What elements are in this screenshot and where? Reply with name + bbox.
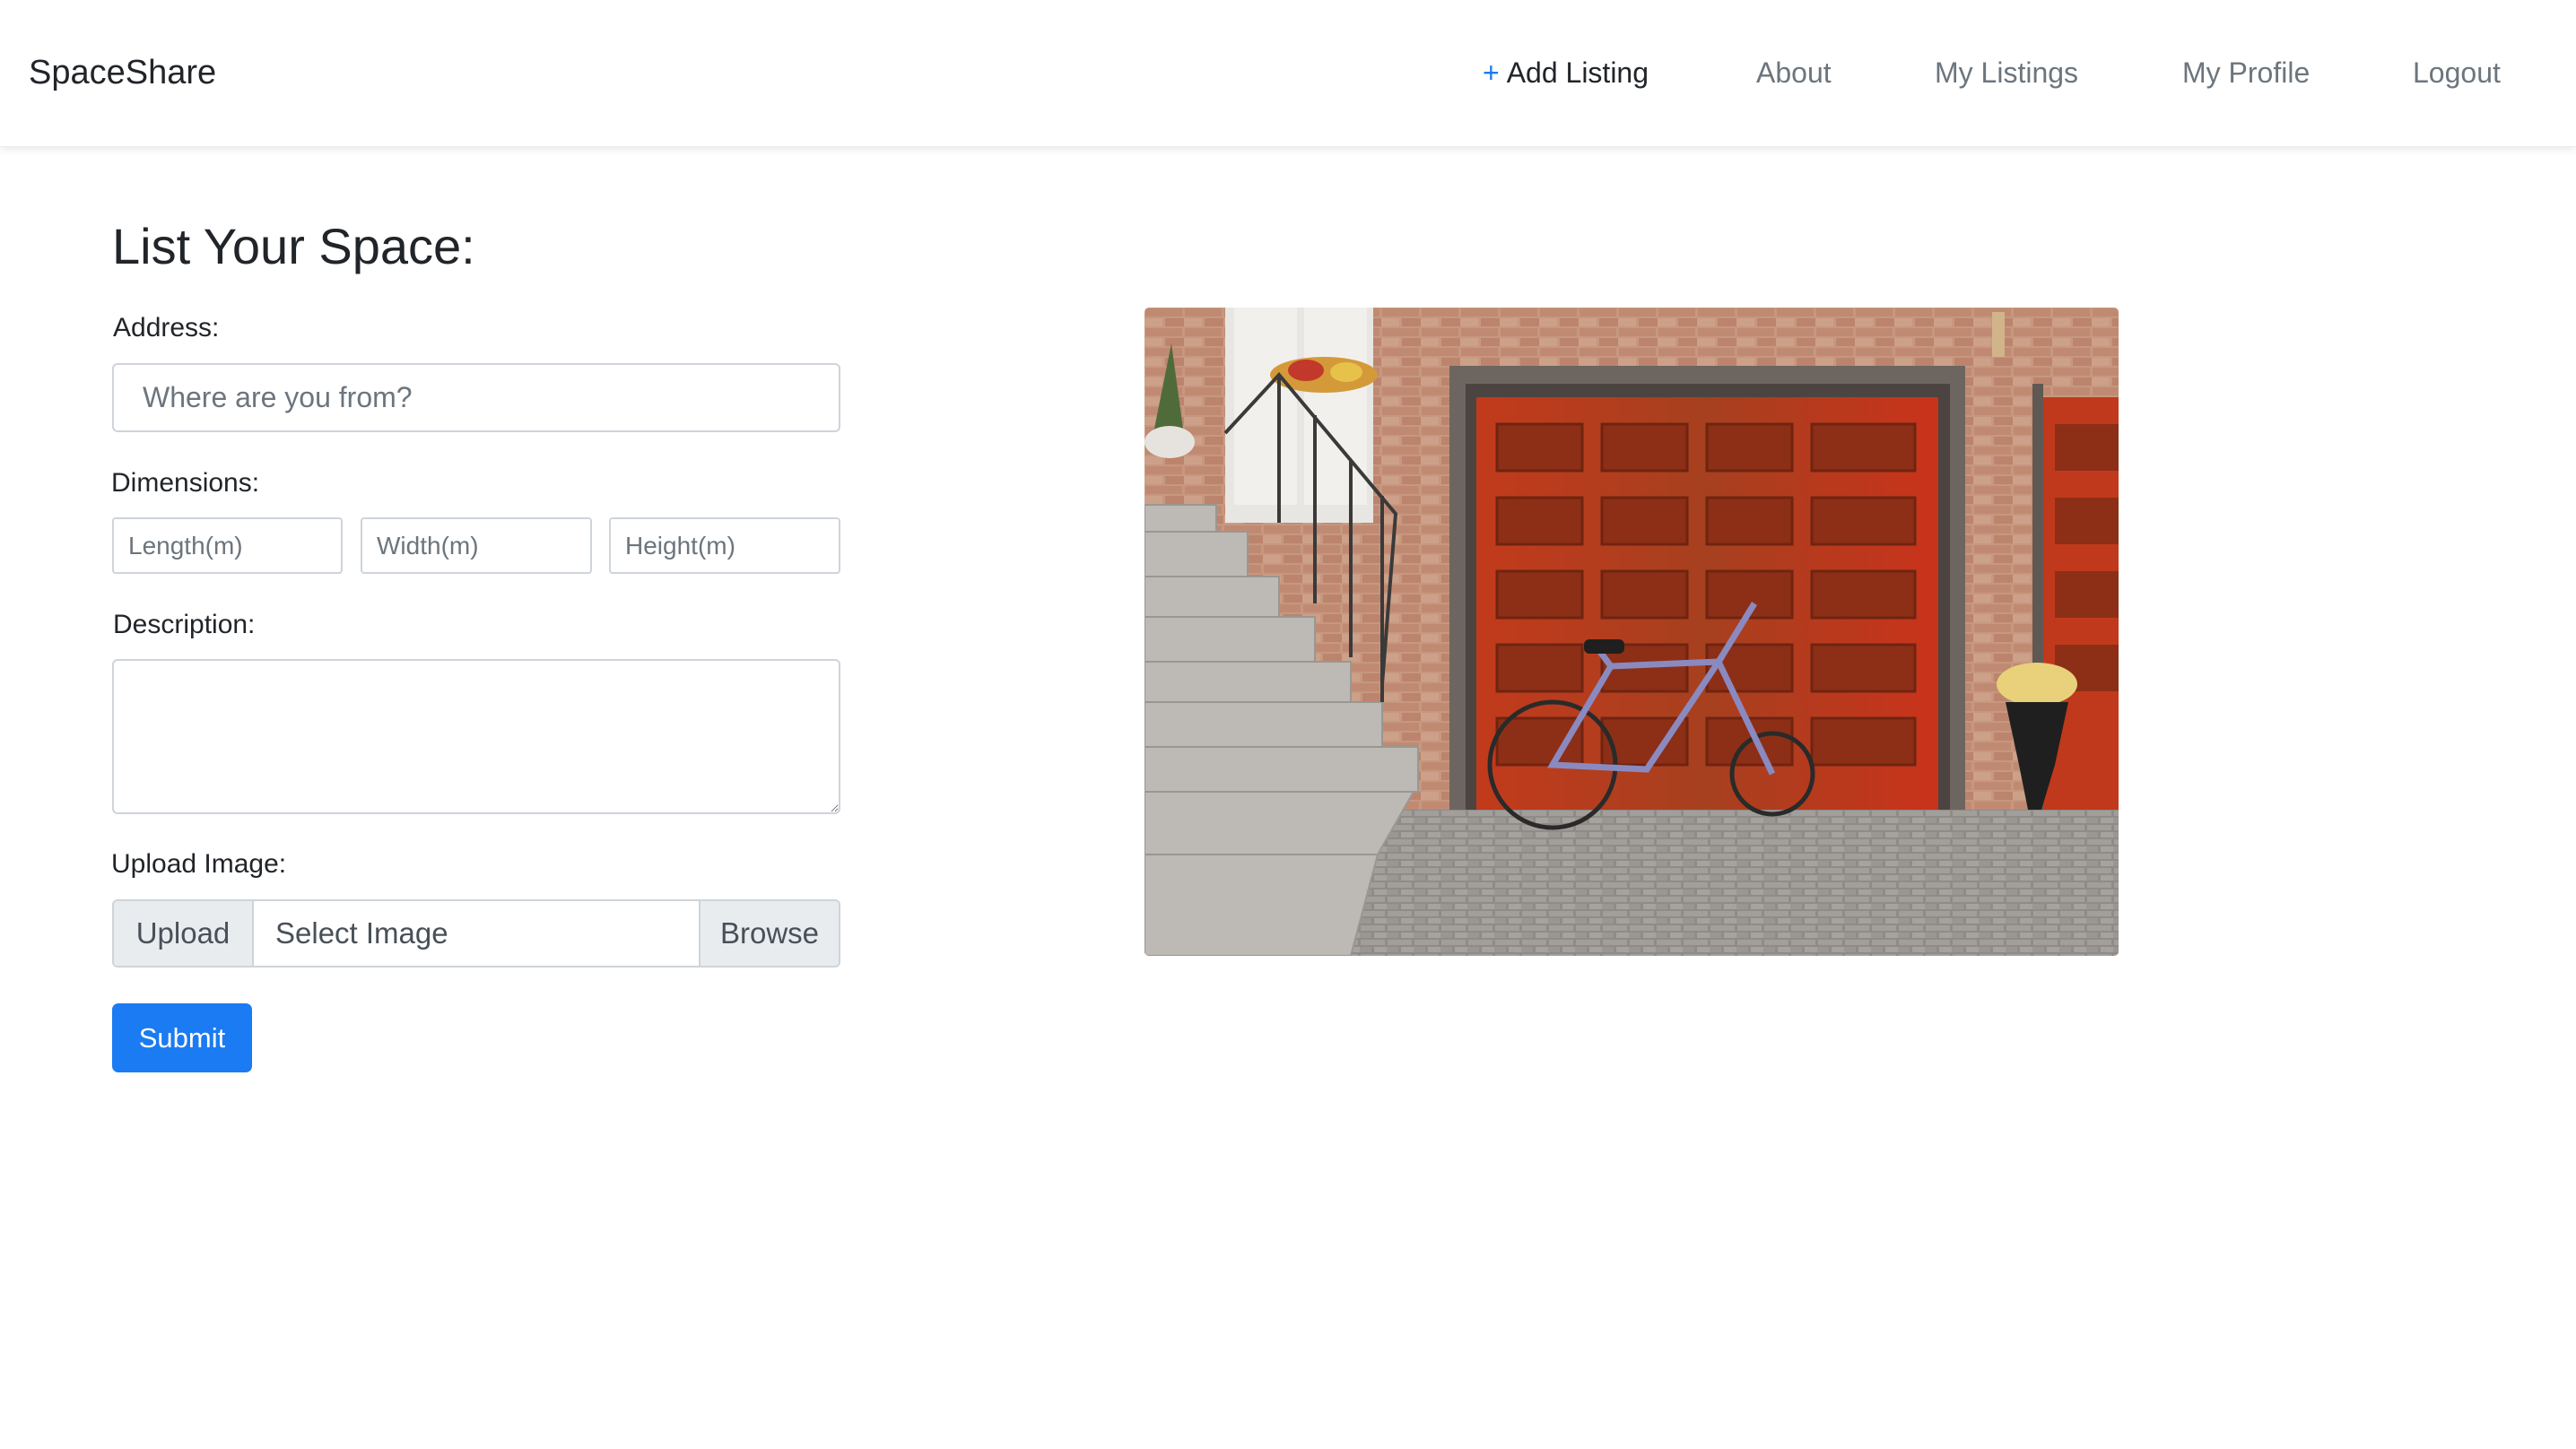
garage-bicycle-image (1144, 308, 2119, 956)
nav-logout[interactable]: Logout (2413, 50, 2501, 95)
description-textarea[interactable] (112, 659, 840, 814)
description-label: Description: (113, 610, 256, 639)
dimensions-label: Dimensions: (111, 468, 260, 498)
browse-button[interactable]: Browse (699, 901, 839, 966)
nav-add-listing[interactable]: + Add Listing (1483, 50, 1649, 95)
address-label: Address: (113, 313, 220, 343)
length-input[interactable] (112, 517, 343, 574)
height-input[interactable] (609, 517, 840, 574)
brand-logo[interactable]: SpaceShare (29, 50, 216, 95)
submit-button[interactable]: Submit (112, 1003, 252, 1072)
upload-image-label: Upload Image: (111, 849, 287, 879)
plus-icon: + (1483, 56, 1500, 89)
nav-about[interactable]: About (1756, 50, 1832, 95)
upload-prefix: Upload (114, 901, 254, 966)
width-input[interactable] (361, 517, 592, 574)
file-select-input[interactable]: Select Image (254, 901, 699, 966)
page-title: List Your Space: (112, 218, 475, 274)
upload-image-group: Upload Select Image Browse (112, 899, 840, 967)
nav-my-listings[interactable]: My Listings (1935, 50, 2078, 95)
address-input[interactable] (112, 363, 840, 432)
garage-photo (1144, 308, 2119, 956)
nav-add-listing-label: Add Listing (1506, 56, 1649, 89)
nav-my-profile[interactable]: My Profile (2182, 50, 2310, 95)
top-navbar: SpaceShare + Add Listing About My Listing… (0, 0, 2576, 147)
